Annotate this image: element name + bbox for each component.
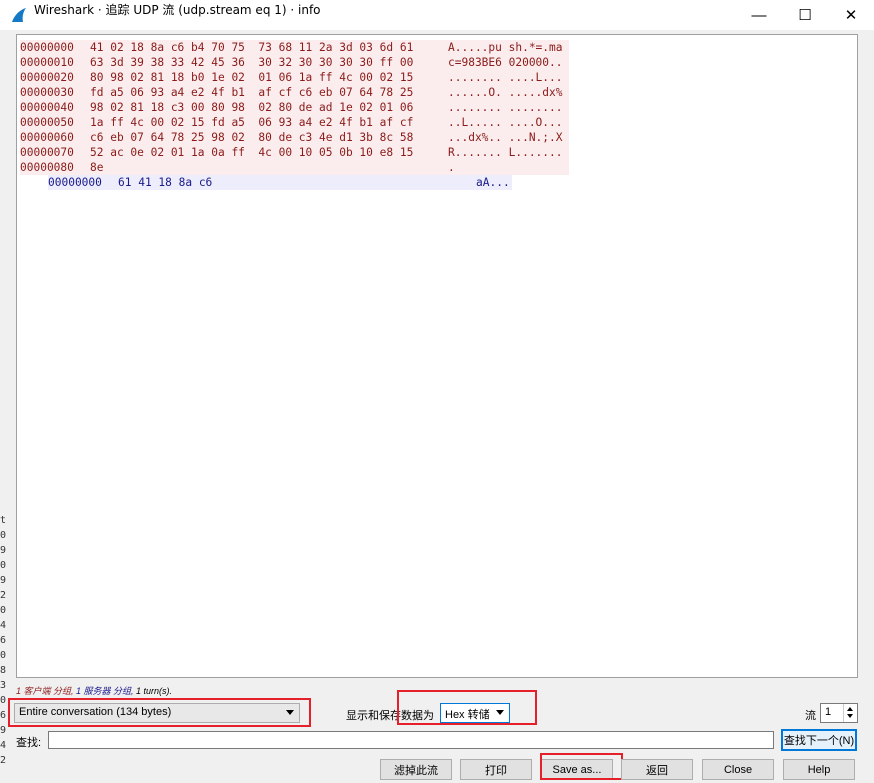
client-hex-line: 00000060 c6 eb 07 64 78 25 98 02 80 de c3… bbox=[20, 130, 569, 145]
background-edge-glyph: 6 bbox=[0, 635, 7, 646]
hex-offset: 00000010 bbox=[20, 56, 74, 69]
stream-label: 流 bbox=[805, 710, 816, 722]
hex-ascii: ..L..... ....O... bbox=[448, 116, 563, 129]
close-icon: ✕ bbox=[844, 7, 858, 24]
hex-bytes: 52 ac 0e 02 01 1a 0a ff 4c 00 10 05 0b 1… bbox=[90, 146, 414, 159]
stream-number-spinbox[interactable]: 1 bbox=[820, 703, 858, 723]
hex-offset: 00000050 bbox=[20, 116, 74, 129]
background-edge-glyph: 8 bbox=[0, 665, 7, 676]
wireshark-fin-icon bbox=[12, 8, 26, 22]
hex-bytes: 8e bbox=[90, 161, 104, 174]
client-hex-line: 00000080 8e. bbox=[20, 160, 569, 175]
background-edge-glyph: 6 bbox=[0, 710, 7, 721]
spinbox-arrows[interactable] bbox=[843, 704, 857, 722]
hex-ascii: ........ ....L... bbox=[448, 71, 563, 84]
filter-out-stream-button[interactable]: 滤掉此流 bbox=[380, 759, 452, 780]
hex-bytes: 63 3d 39 38 33 42 45 36 30 32 30 30 30 3… bbox=[90, 56, 414, 69]
stream-number-value: 1 bbox=[825, 706, 832, 718]
help-button[interactable]: Help bbox=[783, 759, 855, 780]
hex-bytes: 98 02 81 18 c3 00 80 98 02 80 de ad 1e 0… bbox=[90, 101, 414, 114]
background-edge-glyph: 0 bbox=[0, 650, 7, 661]
hex-ascii: . bbox=[448, 161, 455, 174]
hex-offset: 00000080 bbox=[20, 161, 74, 174]
highlight-box-save bbox=[540, 753, 623, 780]
background-edge-glyph: 0 bbox=[0, 605, 7, 616]
hex-bytes: 80 98 02 81 18 b0 1e 02 01 06 1a ff 4c 0… bbox=[90, 71, 414, 84]
hex-bytes: c6 eb 07 64 78 25 98 02 80 de c3 4e d1 3… bbox=[90, 131, 414, 144]
minimize-icon: — bbox=[751, 6, 767, 24]
back-button[interactable]: 返回 bbox=[621, 759, 693, 780]
maximize-icon: ☐ bbox=[798, 7, 812, 24]
window-title: Wireshark · 追踪 UDP 流 (udp.stream eq 1) ·… bbox=[34, 3, 321, 17]
client-hex-line: 00000000 41 02 18 8a c6 b4 70 75 73 68 11… bbox=[20, 40, 569, 55]
background-edge-glyph: 9 bbox=[0, 725, 7, 736]
client-hex-line: 00000050 1a ff 4c 00 02 15 fd a5 06 93 a4… bbox=[20, 115, 569, 130]
hex-offset: 00000020 bbox=[20, 71, 74, 84]
hex-ascii: R....... L....... bbox=[448, 146, 563, 159]
client-hex-line: 00000070 52 ac 0e 02 01 1a 0a ff 4c 00 10… bbox=[20, 145, 569, 160]
background-edge-glyph: 0 bbox=[0, 530, 7, 541]
follow-udp-stream-window: Wireshark · 追踪 UDP 流 (udp.stream eq 1) ·… bbox=[0, 0, 874, 783]
hex-bytes: 1a ff 4c 00 02 15 fd a5 06 93 a4 e2 4f b… bbox=[90, 116, 414, 129]
background-edge-glyph: 9 bbox=[0, 575, 7, 586]
hex-offset: 00000040 bbox=[20, 101, 74, 114]
highlight-box-conversation bbox=[8, 698, 311, 727]
background-edge-glyph: 0 bbox=[0, 560, 7, 571]
hex-offset: 00000000 bbox=[48, 176, 102, 189]
client-hex-line: 00000040 98 02 81 18 c3 00 80 98 02 80 de… bbox=[20, 100, 569, 115]
stream-summary: 1 客户端 分组, 1 服务器 分组, 1 turn(s). bbox=[16, 684, 172, 697]
background-edge-glyph: 9 bbox=[0, 545, 7, 556]
hex-ascii: ........ ........ bbox=[448, 101, 563, 114]
close-window-button[interactable]: ✕ bbox=[828, 0, 874, 30]
find-input[interactable] bbox=[48, 731, 774, 749]
hex-offset: 00000060 bbox=[20, 131, 74, 144]
stream-content-view[interactable]: 00000000 41 02 18 8a c6 b4 70 75 73 68 11… bbox=[16, 34, 858, 678]
background-edge-glyph: 0 bbox=[0, 695, 7, 706]
minimize-button[interactable]: — bbox=[736, 0, 782, 30]
print-button[interactable]: 打印 bbox=[460, 759, 532, 780]
hex-offset: 00000030 bbox=[20, 86, 74, 99]
turns-text: 1 turn(s). bbox=[136, 686, 173, 696]
client-hex-line: 00000030 fd a5 06 93 a4 e2 4f b1 af cf c6… bbox=[20, 85, 569, 100]
client-packets-text: 1 客户端 分组, bbox=[16, 686, 77, 696]
hex-ascii: ...dx%.. ...N.;.X bbox=[448, 131, 563, 144]
client-hex-line: 00000010 63 3d 39 38 33 42 45 36 30 32 30… bbox=[20, 55, 569, 70]
background-edge-glyph: 2 bbox=[0, 755, 7, 766]
background-edge-glyph: 3 bbox=[0, 680, 7, 691]
background-edge-glyph: 4 bbox=[0, 740, 7, 751]
hex-ascii: ......O. .....dx% bbox=[448, 86, 563, 99]
title-bar[interactable]: Wireshark · 追踪 UDP 流 (udp.stream eq 1) ·… bbox=[0, 0, 874, 30]
hex-offset: 00000070 bbox=[20, 146, 74, 159]
hex-bytes: 41 02 18 8a c6 b4 70 75 73 68 11 2a 3d 0… bbox=[90, 41, 414, 54]
hex-ascii: c=983BE6 020000.. bbox=[448, 56, 563, 69]
close-button[interactable]: Close bbox=[702, 759, 774, 780]
spin-down-icon[interactable] bbox=[847, 714, 853, 718]
hex-bytes: fd a5 06 93 a4 e2 4f b1 af cf c6 eb 07 6… bbox=[90, 86, 414, 99]
hex-ascii: aA... bbox=[476, 176, 510, 189]
background-edge-glyph: t bbox=[0, 515, 7, 526]
background-edge-glyph: 2 bbox=[0, 590, 7, 601]
find-label: 查找: bbox=[16, 737, 42, 749]
find-next-button[interactable]: 查找下一个(N) bbox=[781, 729, 857, 751]
server-packets-text: 1 服务器 分组, bbox=[76, 686, 137, 696]
client-hex-line: 00000020 80 98 02 81 18 b0 1e 02 01 06 1a… bbox=[20, 70, 569, 85]
hex-bytes: 61 41 18 8a c6 bbox=[118, 176, 213, 189]
maximize-button[interactable]: ☐ bbox=[782, 0, 828, 30]
spin-up-icon[interactable] bbox=[847, 707, 853, 711]
highlight-box-format bbox=[397, 690, 537, 725]
background-window-edge: t 0 9 0 9 2 0 4 6 0 8 3 0 6 9 4 2 bbox=[0, 30, 8, 783]
background-edge-glyph: 4 bbox=[0, 620, 7, 631]
hex-offset: 00000000 bbox=[20, 41, 74, 54]
hex-ascii: A.....pu sh.*=.ma bbox=[448, 41, 563, 54]
server-hex-line: 00000000 61 41 18 8a c6 aA... bbox=[48, 175, 512, 190]
